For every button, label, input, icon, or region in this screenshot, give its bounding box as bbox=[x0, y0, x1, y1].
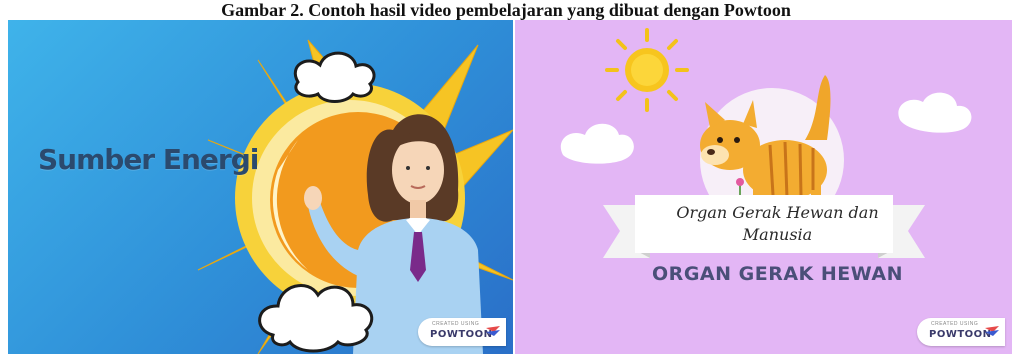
sun-icon bbox=[605, 28, 689, 112]
slide-title: Sumber Energi bbox=[38, 143, 259, 176]
badge-created-label: CREATED USING bbox=[432, 321, 480, 327]
badge-created-label: CREATED USING bbox=[931, 321, 979, 327]
badge-brand-label: POWTOON bbox=[430, 329, 493, 340]
slide-subtitle: ORGAN GERAK HEWAN bbox=[652, 263, 903, 285]
sun-illustration bbox=[197, 39, 513, 354]
badge-brand-label: POWTOON bbox=[929, 329, 992, 340]
figure-caption: Gambar 2. Contoh hasil video pembelajara… bbox=[221, 0, 791, 20]
slide-organ-gerak: Organ Gerak Hewan dan Manusia ORGAN GERA… bbox=[515, 20, 1012, 354]
powtoon-badge: CREATED USING POWTOON bbox=[917, 318, 1005, 346]
powtoon-logo-icon bbox=[486, 326, 500, 336]
banner-title: Organ Gerak Hewan dan Manusia bbox=[676, 203, 879, 244]
powtoon-badge: CREATED USING POWTOON bbox=[418, 318, 506, 346]
slide-sumber-energi: Sumber Energi CREATED USING POWTOON bbox=[8, 20, 513, 354]
cat-illustration bbox=[560, 28, 972, 258]
powtoon-logo-icon bbox=[985, 326, 999, 336]
